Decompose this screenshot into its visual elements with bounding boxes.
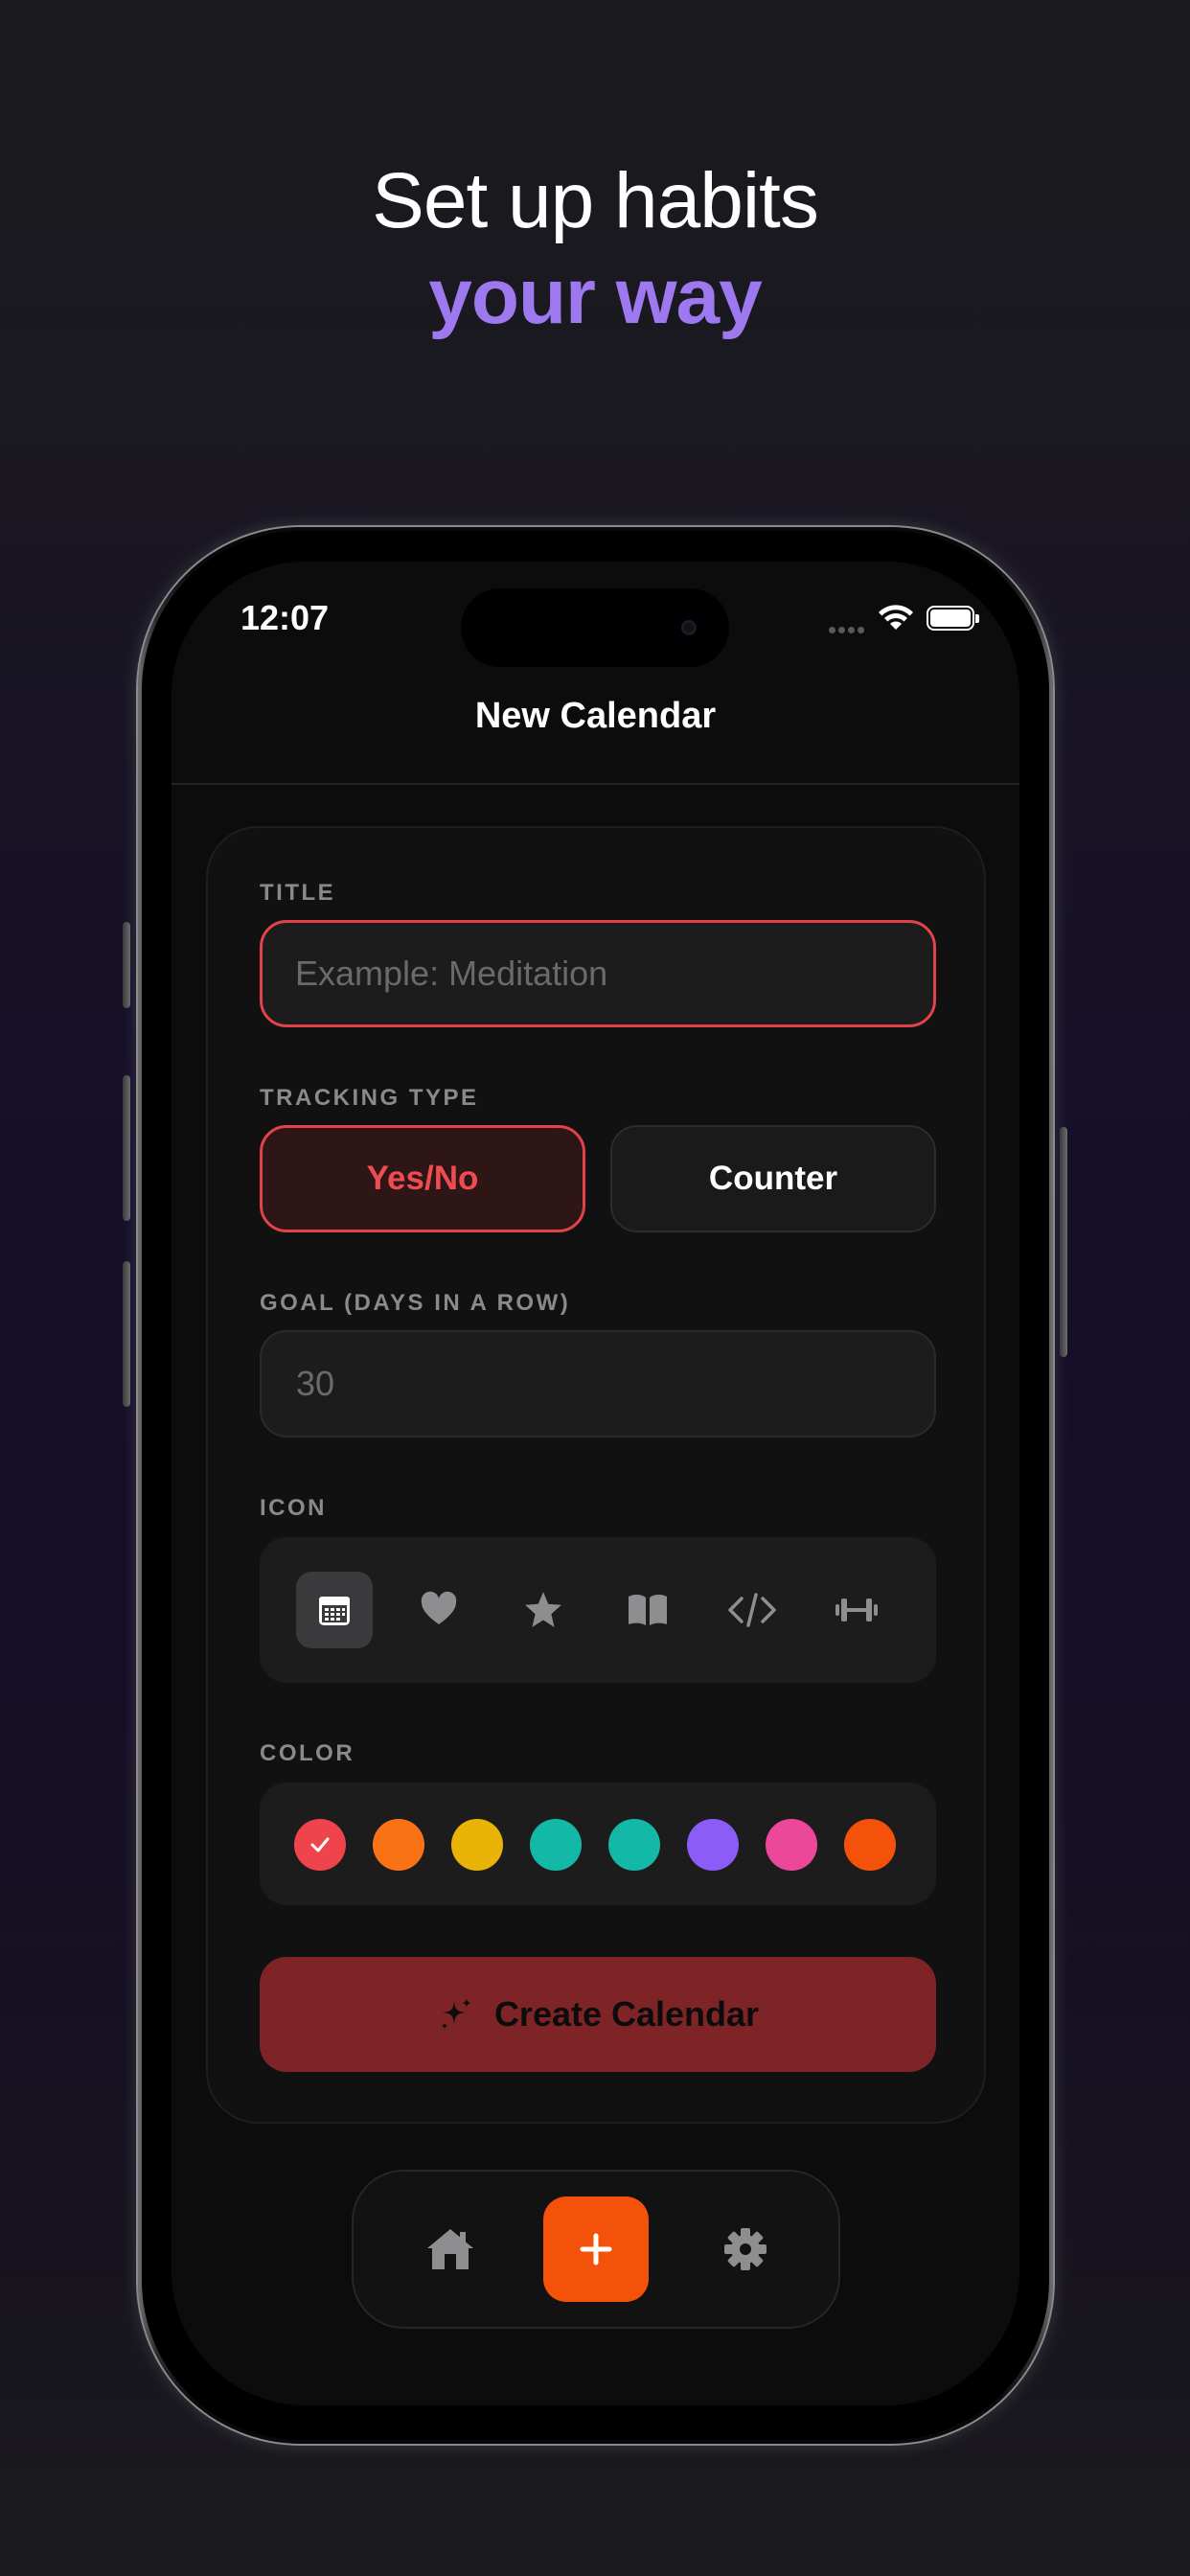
tab-add[interactable] (543, 2196, 649, 2302)
color-picker (260, 1782, 936, 1905)
sparkles-icon (440, 1998, 471, 2030)
checkmark-icon (310, 1837, 330, 1852)
status-time: 12:07 (240, 598, 330, 637)
color-swatch-red-orange[interactable] (844, 1819, 896, 1871)
tracking-counter-button[interactable]: Counter (610, 1125, 936, 1232)
gear-icon (724, 2228, 767, 2270)
book-icon[interactable] (609, 1572, 686, 1648)
silent-switch (123, 922, 130, 1008)
code-icon[interactable] (714, 1572, 790, 1648)
color-swatch-pink[interactable] (766, 1819, 817, 1871)
tab-bar (352, 2170, 840, 2329)
calendar-icon[interactable] (296, 1572, 373, 1648)
goal-label: GOAL (DAYS IN A ROW) (260, 1290, 571, 1316)
power-button (1060, 1127, 1067, 1357)
wifi-icon (879, 605, 913, 630)
star-icon[interactable] (505, 1572, 582, 1648)
camera-icon (681, 620, 697, 635)
tracking-type-label: TRACKING TYPE (260, 1085, 479, 1111)
dumbbell-icon[interactable] (818, 1572, 895, 1648)
color-swatch-teal-2[interactable] (608, 1819, 660, 1871)
tab-home[interactable] (398, 2196, 503, 2302)
battery-icon (927, 606, 979, 631)
plus-icon (580, 2233, 612, 2266)
goal-input[interactable]: 30 (260, 1330, 936, 1438)
tracking-yes-no-button[interactable]: Yes/No (260, 1125, 585, 1232)
cellular-signal-icon (829, 621, 867, 633)
color-swatch-red[interactable] (294, 1819, 346, 1871)
icon-label: ICON (260, 1495, 327, 1521)
home-icon (427, 2229, 473, 2269)
headline-line-1: Set up habits (372, 157, 819, 244)
create-calendar-label: Create Calendar (493, 1994, 760, 2034)
color-swatch-yellow[interactable] (451, 1819, 503, 1871)
color-label: COLOR (260, 1740, 355, 1766)
create-calendar-button[interactable]: Create Calendar (260, 1957, 936, 2072)
page-title: New Calendar (474, 696, 717, 736)
icon-picker (260, 1537, 936, 1683)
title-input[interactable]: Example: Meditation (260, 920, 936, 1027)
new-calendar-form: TITLE Example: Meditation TRACKING TYPE … (206, 826, 986, 2124)
tab-settings[interactable] (693, 2196, 798, 2302)
heart-icon[interactable] (400, 1572, 477, 1648)
volume-down-button (123, 1261, 130, 1407)
title-label: TITLE (260, 880, 336, 906)
nav-divider (172, 783, 1019, 785)
color-swatch-purple[interactable] (687, 1819, 739, 1871)
dynamic-island (461, 588, 729, 667)
phone-screen: 12:07 New Calendar TITLE Example: Medita… (172, 562, 1019, 2405)
volume-up-button (123, 1075, 130, 1221)
color-swatch-teal[interactable] (530, 1819, 582, 1871)
color-swatch-orange[interactable] (373, 1819, 424, 1871)
headline-line-2: your way (428, 253, 762, 340)
